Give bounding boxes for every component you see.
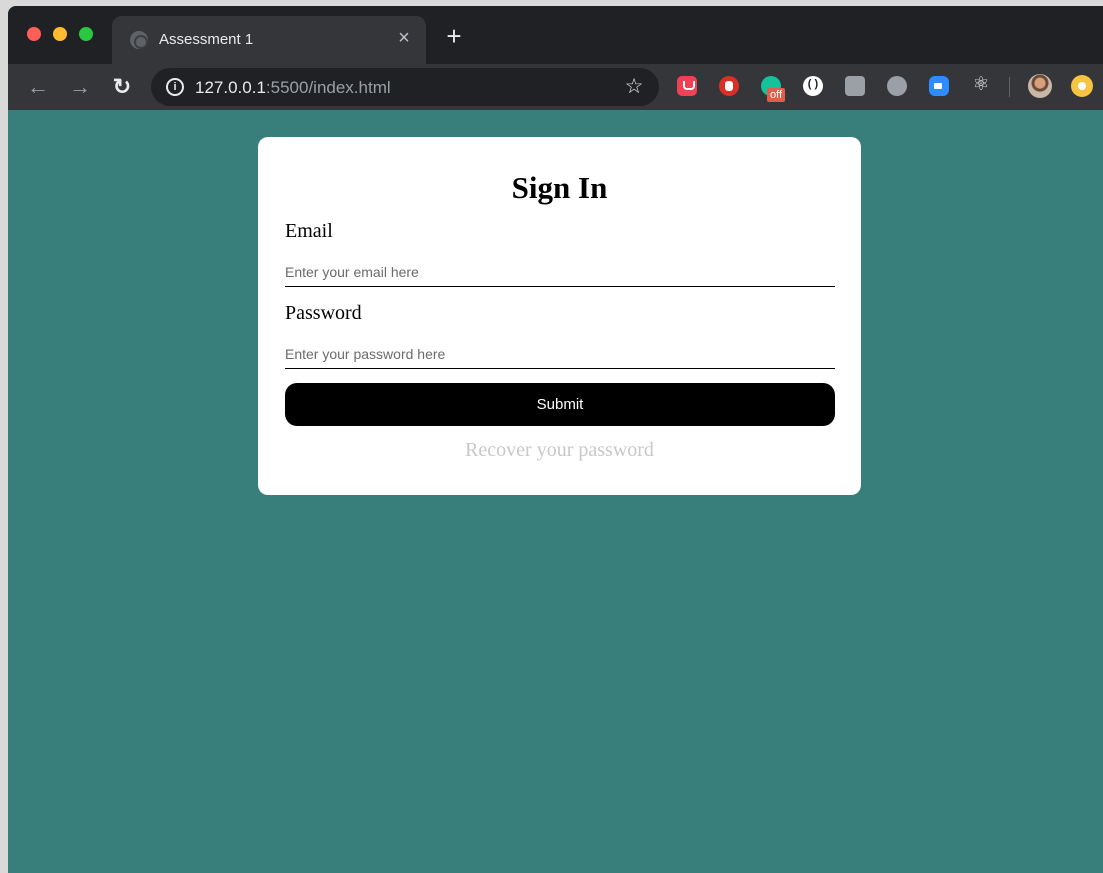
email-field[interactable] <box>285 257 835 287</box>
url-host: 127.0.0.1 <box>195 78 266 97</box>
page-title: Sign In <box>511 170 608 205</box>
rune-icon[interactable] <box>845 76 865 96</box>
password-field[interactable] <box>285 339 835 369</box>
browser-window: Assessment 1 × + ← → ↻ i 127.0.0.1:5500/… <box>8 6 1103 873</box>
submit-button[interactable]: Submit <box>285 383 835 426</box>
recover-password-link[interactable]: Recover your password <box>258 439 861 462</box>
chat-icon[interactable] <box>887 76 907 96</box>
zoom-icon[interactable] <box>929 76 949 96</box>
avatar[interactable] <box>1028 74 1052 98</box>
url-path: :5500/index.html <box>265 78 391 97</box>
adblock-icon[interactable] <box>719 76 739 96</box>
forward-icon[interactable]: → <box>66 73 94 101</box>
browser-toolbar: ← → ↻ i 127.0.0.1:5500/index.html ☆ off … <box>8 64 1103 110</box>
sign-in-card: Sign In Email Password Submit Recover yo… <box>258 137 861 495</box>
password-label: Password <box>285 302 362 324</box>
braces-icon[interactable] <box>803 76 823 96</box>
address-bar[interactable]: i 127.0.0.1:5500/index.html ☆ <box>151 68 659 106</box>
url-text[interactable]: 127.0.0.1:5500/index.html <box>195 78 391 98</box>
react-icon[interactable]: ⚛ <box>970 74 992 96</box>
globe-icon <box>130 31 148 49</box>
star-icon[interactable]: ☆ <box>621 74 647 100</box>
pocket-icon[interactable] <box>677 76 697 96</box>
close-window-button[interactable] <box>27 27 41 41</box>
info-icon[interactable]: i <box>166 78 184 96</box>
toolbar-divider <box>1009 77 1010 97</box>
smile-icon[interactable] <box>1071 75 1093 97</box>
email-label: Email <box>285 220 333 242</box>
minimize-window-button[interactable] <box>53 27 67 41</box>
tab-close-icon[interactable]: × <box>392 26 416 50</box>
tab-title: Assessment 1 <box>159 31 254 48</box>
back-icon[interactable]: ← <box>24 73 52 101</box>
tab-assessment[interactable]: Assessment 1 × <box>112 16 426 64</box>
reload-icon[interactable]: ↻ <box>108 73 136 101</box>
grammarly-off-badge: off <box>767 88 786 102</box>
maximize-window-button[interactable] <box>79 27 93 41</box>
new-tab-button[interactable]: + <box>442 23 466 49</box>
tab-strip: Assessment 1 × + <box>8 6 1103 64</box>
